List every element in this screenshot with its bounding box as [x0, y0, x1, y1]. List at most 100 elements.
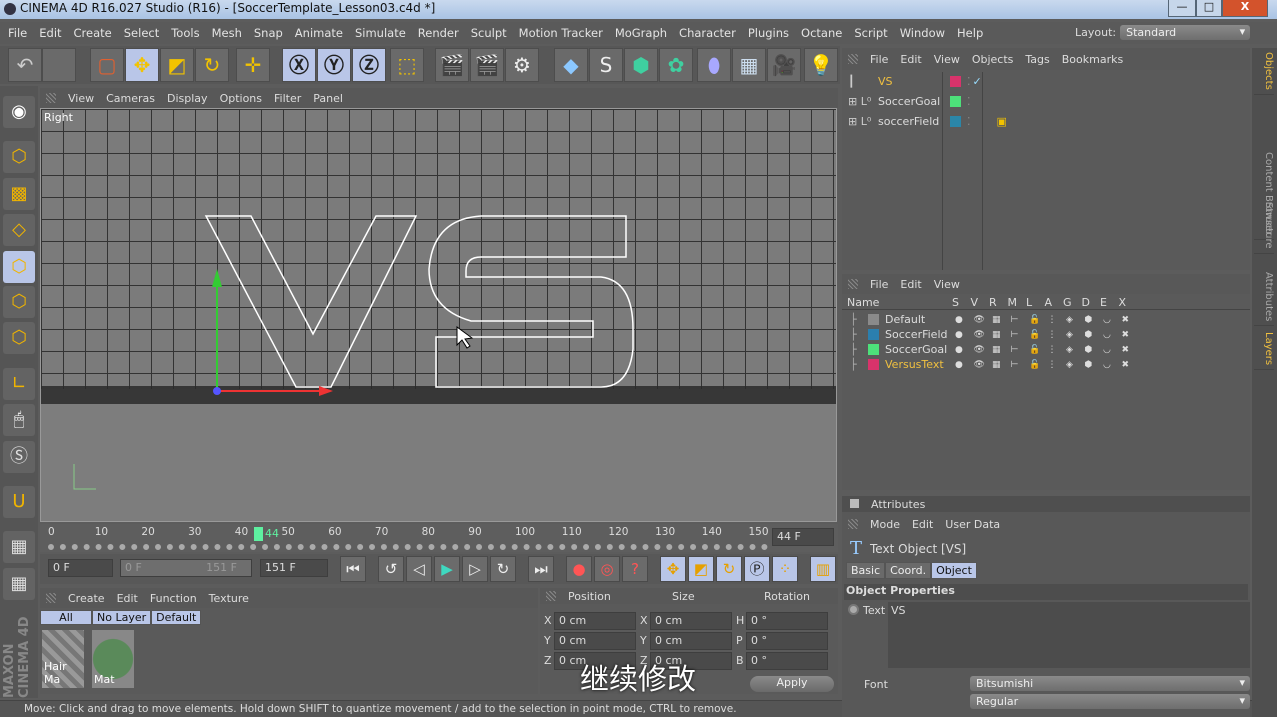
object-row[interactable]: ⊞ L⁰ soccerField ⁚ ▣	[842, 112, 1250, 131]
tweak-mode-icon[interactable]: 🖱	[3, 404, 35, 436]
material-swatch[interactable]: Hair Ma	[42, 630, 84, 688]
light-icon[interactable]: 💡	[804, 48, 838, 82]
text-input[interactable]: VS	[888, 602, 1250, 668]
layer-toggle-a-icon[interactable]: ⋮	[1048, 345, 1057, 355]
menu-select[interactable]: Select	[124, 26, 159, 40]
layer-menu-view[interactable]: View	[934, 278, 960, 291]
coordinate-system-icon[interactable]: ⬚	[390, 48, 424, 82]
menu-mograph[interactable]: MoGraph	[615, 26, 667, 40]
magnet-icon[interactable]: U	[3, 486, 35, 518]
layer-toggle-a-icon[interactable]: ⋮	[1048, 330, 1057, 340]
animate-radio[interactable]	[848, 604, 859, 615]
points-mode-icon[interactable]: ⬡	[3, 251, 35, 283]
render-picture-viewer-icon[interactable]: 🎬	[470, 48, 504, 82]
layer-column-d[interactable]: D	[1082, 296, 1090, 309]
attributes-tab-coord[interactable]: Coord.	[885, 562, 932, 579]
attributes-menu-mode[interactable]: Mode	[870, 518, 900, 531]
x-axis-icon[interactable]: Ⓧ	[282, 48, 316, 82]
menu-tools[interactable]: Tools	[171, 26, 199, 40]
expand-icon[interactable]: ⊞ L⁰	[842, 115, 878, 128]
current-frame-field[interactable]: 44 F	[772, 528, 834, 546]
undo-icon[interactable]: ↶	[8, 48, 42, 82]
menu-mesh[interactable]: Mesh	[212, 26, 242, 40]
layer-toggle-r-icon[interactable]: ▦	[992, 330, 1001, 340]
layer-row[interactable]: ├ SoccerGoal ● 👁 ▦ ⊢ 🔓 ⋮ ◈ ⬢ ◡ ✖	[842, 342, 1250, 357]
layer-color-swatch[interactable]	[950, 96, 961, 107]
attributes-tab-basic[interactable]: Basic	[846, 562, 886, 579]
viewport-menu-filter[interactable]: Filter	[274, 92, 301, 105]
next-frame-icon[interactable]: ▷	[462, 556, 488, 582]
lock-workplane-icon[interactable]: ▦	[3, 531, 35, 563]
key-scale-icon[interactable]: ◩	[688, 556, 714, 582]
layer-column-x[interactable]: X	[1119, 296, 1127, 309]
cube-icon[interactable]: ◆	[554, 48, 588, 82]
camera-icon[interactable]: 🎥	[767, 48, 801, 82]
redo-icon[interactable]	[42, 48, 76, 82]
layer-toggle-r-icon[interactable]: ▦	[992, 345, 1001, 355]
visibility-dots-icon[interactable]: ⁚	[967, 115, 971, 128]
render-settings-icon[interactable]: ⚙	[505, 48, 539, 82]
rotate-tool-icon[interactable]: ↻	[195, 48, 229, 82]
layer-toggle-m-icon[interactable]: ⊢	[1011, 360, 1019, 370]
layer-toggle-a-icon[interactable]: ⋮	[1048, 315, 1057, 325]
spline-pen-icon[interactable]: S	[589, 48, 623, 82]
layer-toggle-r-icon[interactable]: ▦	[992, 360, 1001, 370]
pos-x-field[interactable]: 0 cm	[554, 612, 636, 630]
layer-name[interactable]: SoccerField	[885, 328, 953, 341]
layer-column-s[interactable]: S	[952, 296, 959, 309]
next-key-icon[interactable]: ↻	[490, 556, 516, 582]
menu-simulate[interactable]: Simulate	[355, 26, 406, 40]
layer-toggle-d-icon[interactable]: ⬢	[1085, 330, 1093, 340]
layer-toggle-x-icon[interactable]: ✖	[1122, 330, 1130, 340]
polygons-mode-icon[interactable]: ⬡	[3, 322, 35, 354]
font-dropdown[interactable]: Bitsumishi	[970, 676, 1250, 691]
object-menu-bookmarks[interactable]: Bookmarks	[1062, 53, 1123, 66]
timeline-window-icon[interactable]: ▥	[810, 556, 836, 582]
layer-toggle-v-icon[interactable]: 👁	[974, 330, 985, 340]
key-rotation-icon[interactable]: ↻	[716, 556, 742, 582]
object-menu-tags[interactable]: Tags	[1025, 53, 1049, 66]
menu-character[interactable]: Character	[679, 26, 736, 40]
layer-column-v[interactable]: V	[971, 296, 979, 309]
layout-dropdown[interactable]: Standard	[1120, 25, 1251, 40]
viewport-right[interactable]: Right	[40, 108, 837, 522]
goto-end-icon[interactable]: ⏭	[528, 556, 554, 582]
viewport-menu-options[interactable]: Options	[220, 92, 262, 105]
menu-window[interactable]: Window	[900, 26, 945, 40]
layer-toggle-a-icon[interactable]: ⋮	[1048, 360, 1057, 370]
keyframe-selection-icon[interactable]: ?	[622, 556, 648, 582]
layer-column-g[interactable]: G	[1063, 296, 1072, 309]
material-filter-all[interactable]: All	[40, 610, 92, 625]
layer-toggle-g-icon[interactable]: ◈	[1066, 315, 1073, 325]
pos-y-field[interactable]: 0 cm	[554, 632, 636, 650]
axis-mode-icon[interactable]: ∟	[3, 368, 35, 400]
layer-toggle-x-icon[interactable]: ✖	[1122, 360, 1130, 370]
menu-create[interactable]: Create	[74, 26, 112, 40]
layer-column-name[interactable]: Name	[847, 296, 879, 309]
menu-animate[interactable]: Animate	[295, 26, 343, 40]
scale-tool-icon[interactable]: ◩	[160, 48, 194, 82]
layer-toggle-e-icon[interactable]: ◡	[1103, 360, 1111, 370]
prev-frame-icon[interactable]: ◁	[406, 556, 432, 582]
side-tab-objects[interactable]: Objects	[1254, 48, 1274, 95]
layer-color-swatch[interactable]	[868, 359, 879, 370]
move-tool-icon[interactable]: ✥	[125, 48, 159, 82]
layer-toggle-s-icon[interactable]: ●	[955, 360, 963, 370]
layer-toggle-v-icon[interactable]: 👁	[974, 315, 985, 325]
layer-toggle-l-icon[interactable]: 🔓	[1029, 330, 1040, 340]
material-menu-edit[interactable]: Edit	[117, 592, 138, 605]
layer-toggle-m-icon[interactable]: ⊢	[1011, 345, 1019, 355]
material-menu-texture[interactable]: Texture	[209, 592, 249, 605]
layer-toggle-d-icon[interactable]: ⬢	[1085, 360, 1093, 370]
layer-name[interactable]: SoccerGoal	[885, 343, 953, 356]
layer-toggle-x-icon[interactable]: ✖	[1122, 315, 1130, 325]
workplane-planar-icon[interactable]: ▦	[3, 568, 35, 600]
object-row[interactable]: ┃ VS ⁚ ✓	[842, 72, 1250, 91]
layer-toggle-g-icon[interactable]: ◈	[1066, 330, 1073, 340]
live-selection-icon[interactable]: ▢	[90, 48, 124, 82]
texture-mode-icon[interactable]: ▩	[3, 178, 35, 210]
goto-start-icon[interactable]: ⏮	[340, 556, 366, 582]
layer-toggle-s-icon[interactable]: ●	[955, 330, 963, 340]
z-axis-icon[interactable]: Ⓩ	[352, 48, 386, 82]
layer-color-swatch[interactable]	[868, 329, 879, 340]
